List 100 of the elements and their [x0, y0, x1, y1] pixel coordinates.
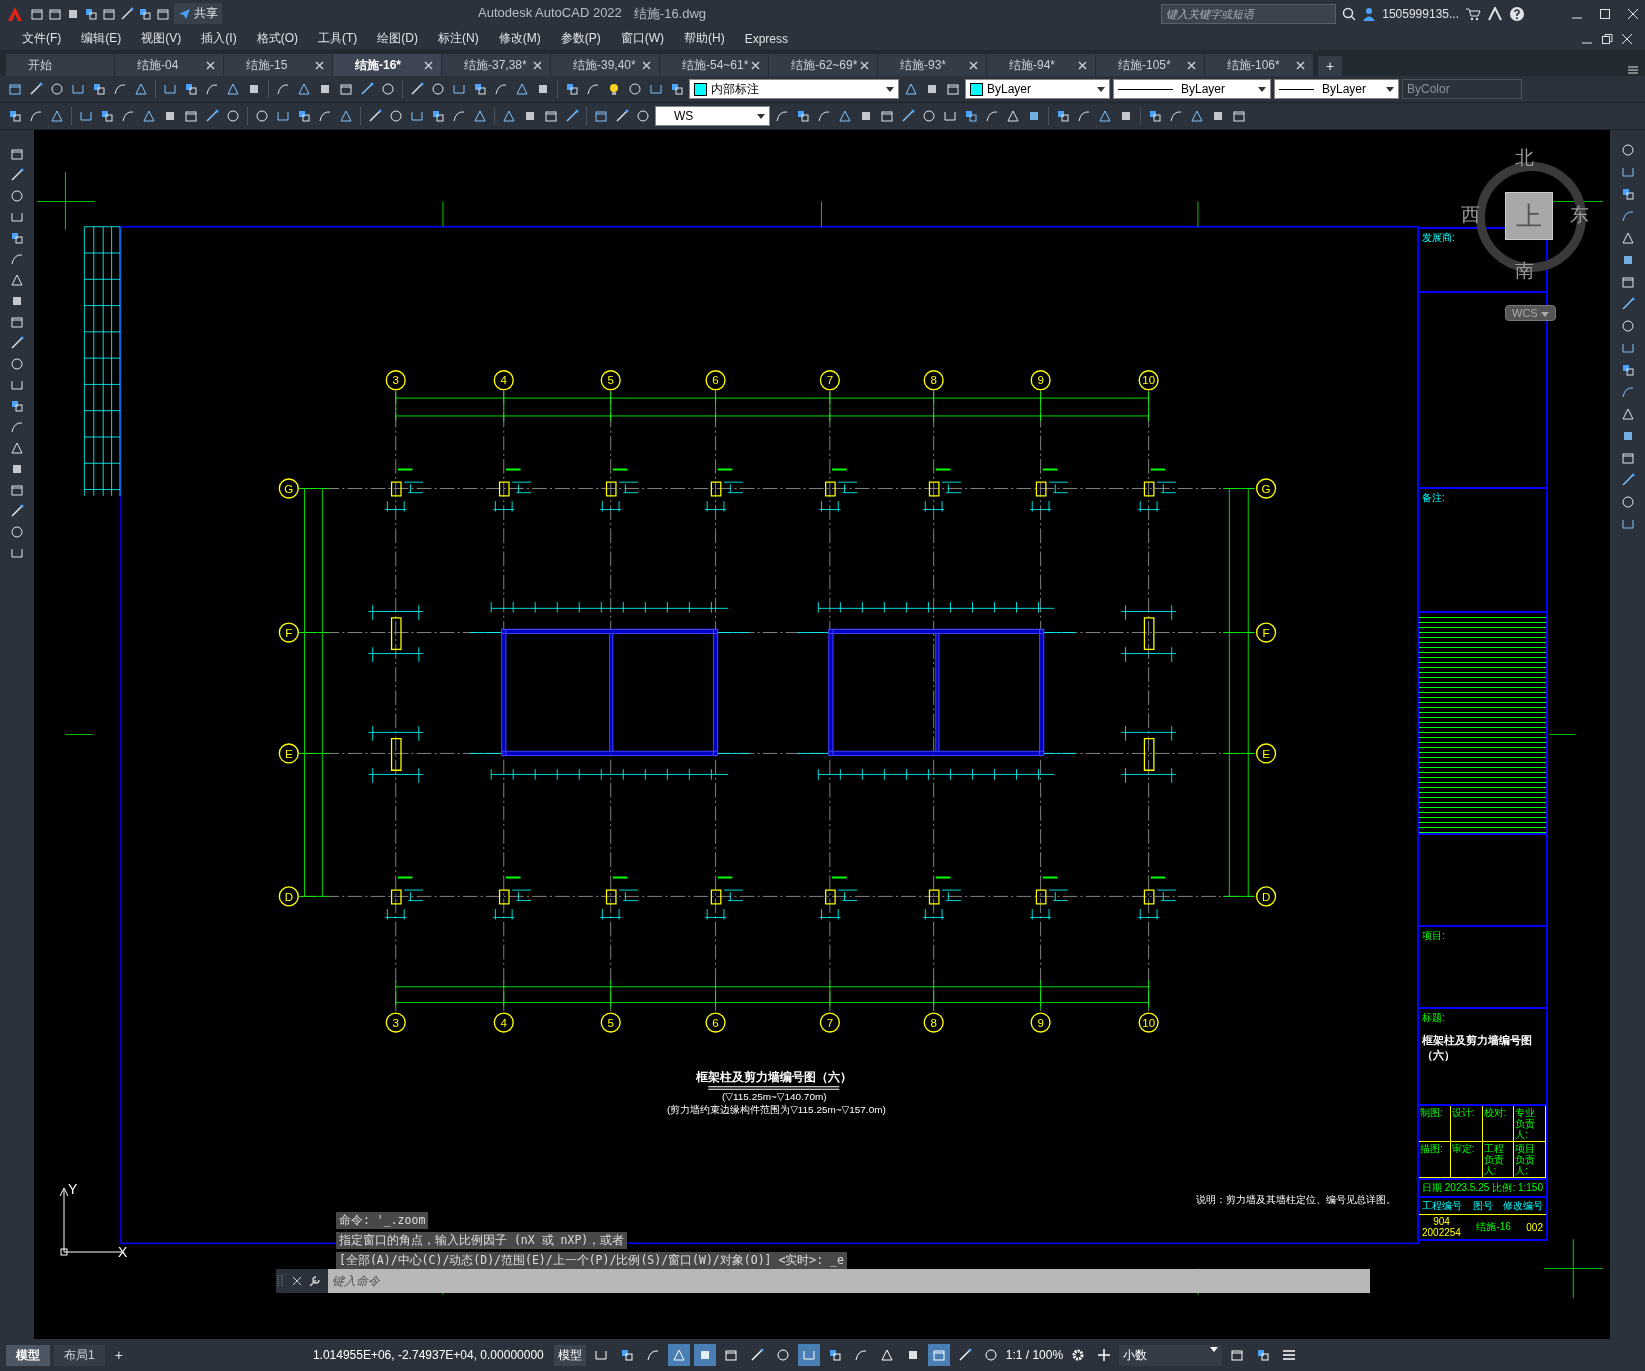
toolbar-icon[interactable] [226, 109, 240, 123]
modify-tool-icon[interactable] [1620, 231, 1635, 245]
toolbar-icon[interactable] [628, 82, 642, 96]
user-name[interactable]: 1505999135... [1382, 6, 1459, 21]
east-label[interactable]: 东 [1570, 202, 1589, 228]
toolbar-icon[interactable] [120, 6, 134, 21]
toolbar-icon[interactable] [163, 109, 177, 123]
close-icon[interactable] [642, 60, 651, 70]
toolbar-icon[interactable] [247, 82, 261, 96]
menu-item[interactable]: 帮助(H) [674, 28, 735, 49]
toolbar-icon[interactable] [1056, 109, 1070, 123]
toolbar-icon[interactable] [565, 109, 579, 123]
caret-icon[interactable] [757, 113, 765, 119]
modify-tool-icon[interactable] [1620, 275, 1635, 289]
draw-tool-icon[interactable] [10, 231, 24, 245]
draw-tool-icon[interactable] [10, 441, 24, 455]
toolbar-icon[interactable] [523, 109, 537, 123]
toolbar-icon[interactable] [1027, 109, 1041, 123]
toolbar-icon[interactable] [134, 82, 148, 96]
layout-tab[interactable]: 模型 [6, 1344, 50, 1366]
toolbar-icon[interactable] [410, 82, 424, 96]
plus-icon[interactable] [1097, 1348, 1112, 1362]
toolbar-icon[interactable] [586, 82, 600, 96]
modify-tool-icon[interactable] [1620, 319, 1635, 333]
maximize-icon[interactable] [1599, 7, 1611, 20]
menu-item[interactable]: 绘图(D) [367, 28, 428, 49]
toolbar-icon[interactable] [1232, 109, 1246, 123]
toolbar-icon[interactable] [381, 82, 395, 96]
space-button[interactable]: 模型 [553, 1344, 586, 1366]
toolbar-icon[interactable] [226, 82, 240, 96]
share-button[interactable]: 共享 [174, 3, 222, 24]
search-field[interactable]: 键入关键字或短语 [1161, 3, 1337, 24]
toolbar-icon[interactable] [775, 109, 789, 123]
draw-tool-icon[interactable] [10, 483, 24, 497]
menu-item[interactable]: 视图(V) [131, 28, 192, 49]
toolbar-icon[interactable] [1190, 109, 1204, 123]
toolbar-icon[interactable] [615, 109, 629, 123]
toolbar-icon[interactable] [901, 109, 915, 123]
modify-tool-icon[interactable] [1620, 407, 1635, 421]
menu-icon[interactable] [1282, 1348, 1297, 1362]
toolbar-icon[interactable] [859, 109, 873, 123]
toolbar-icon[interactable] [452, 109, 466, 123]
toolbar-icon[interactable] [565, 82, 579, 96]
close-icon[interactable] [969, 60, 978, 70]
toolbar-icon[interactable] [880, 109, 894, 123]
status-toggle[interactable] [667, 1344, 690, 1366]
toolbar-icon[interactable] [389, 109, 403, 123]
file-tab[interactable]: 结施-39,40* [551, 54, 659, 76]
draw-tool-icon[interactable] [10, 357, 24, 371]
close-icon[interactable] [751, 60, 760, 70]
draw-tool-icon[interactable] [10, 294, 24, 308]
close-icon[interactable] [1621, 32, 1633, 45]
toolbar-icon[interactable] [50, 82, 64, 96]
toolbar-icon[interactable] [1169, 109, 1183, 123]
toolbar-icon[interactable] [431, 109, 445, 123]
file-tab[interactable]: 结施-37,38* [442, 54, 550, 76]
toolbar-icon[interactable] [205, 109, 219, 123]
toolbar-icon[interactable] [48, 6, 62, 21]
menu-item[interactable]: 工具(T) [308, 28, 368, 49]
new-layout-button[interactable]: + [108, 1346, 129, 1364]
modify-tool-icon[interactable] [1620, 473, 1635, 487]
toolbar-icon[interactable] [536, 82, 550, 96]
toolbar-icon[interactable] [515, 82, 529, 96]
file-tab[interactable]: 结施-04 [115, 54, 223, 76]
grip-icon[interactable] [276, 1274, 286, 1288]
toolbar-icon[interactable] [156, 6, 170, 21]
draw-tool-icon[interactable] [10, 504, 24, 518]
file-tab[interactable]: 结施-54~61* [660, 54, 768, 76]
new-tab-button[interactable]: + [1318, 56, 1342, 76]
toolbar-icon[interactable] [30, 6, 44, 21]
caret-icon[interactable] [1386, 86, 1394, 92]
cart-icon[interactable] [1465, 6, 1481, 21]
close-icon[interactable] [315, 60, 324, 70]
toolbar-icon[interactable] [636, 109, 650, 123]
draw-tool-icon[interactable] [10, 399, 24, 413]
caret-icon[interactable] [1210, 1346, 1219, 1352]
toolbar-icon[interactable] [817, 109, 831, 123]
toolbar-icon[interactable] [922, 109, 936, 123]
file-tab[interactable]: 结施-106* [1205, 54, 1313, 76]
toolbar-icon[interactable] [102, 6, 116, 21]
toolbar-icon[interactable] [544, 109, 558, 123]
menu-item[interactable]: 标注(N) [428, 28, 489, 49]
search-icon[interactable] [1342, 6, 1357, 21]
toolbar-icon[interactable] [113, 82, 127, 96]
close-icon[interactable] [533, 60, 542, 70]
close-icon[interactable] [1187, 60, 1196, 70]
toolbar-icon[interactable] [184, 82, 198, 96]
status-toggle[interactable] [797, 1344, 820, 1366]
draw-tool-icon[interactable] [10, 336, 24, 350]
toolbar-icon[interactable] [494, 82, 508, 96]
toolbar-icon[interactable] [318, 82, 332, 96]
menu-item[interactable]: 文件(F) [12, 28, 72, 49]
draw-tool-icon[interactable] [10, 525, 24, 539]
toolbar-icon[interactable] [100, 109, 114, 123]
modify-tool-icon[interactable] [1620, 143, 1635, 157]
toolbar-icon[interactable] [29, 82, 43, 96]
linetype-dropdown[interactable]: ByLayer [1113, 79, 1271, 99]
file-tab[interactable]: 结施-62~69* [769, 54, 877, 76]
toolbar-icon[interactable] [502, 109, 516, 123]
south-label[interactable]: 南 [1515, 258, 1534, 284]
